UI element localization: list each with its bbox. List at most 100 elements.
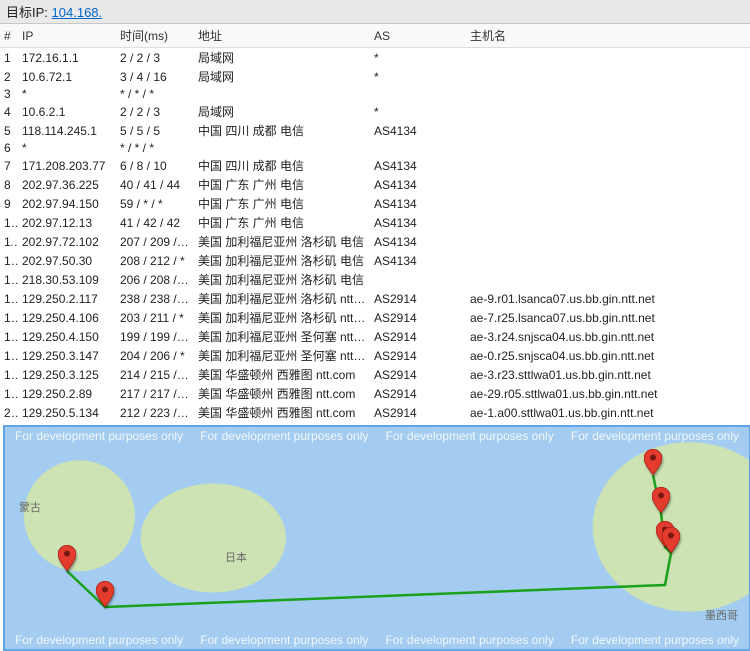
- cell-time: 3 / 4 / 16: [116, 67, 194, 86]
- cell-addr: 美国 加利福尼亚州 洛杉矶 电信: [194, 251, 370, 270]
- table-row[interactable]: 18129.250.3.125214 / 215 / 218美国 华盛顿州 西雅…: [0, 365, 750, 384]
- cell-addr: 局域网: [194, 48, 370, 68]
- cell-addr: 美国 华盛顿州 西雅图 ntt.com: [194, 403, 370, 422]
- cell-ip: 202.97.94.150: [18, 194, 116, 213]
- cell-host: [466, 102, 750, 121]
- map-pin-icon[interactable]: [58, 545, 76, 571]
- table-row[interactable]: 410.6.2.12 / 2 / 3局域网*: [0, 102, 750, 121]
- cell-time: 40 / 41 / 44: [116, 175, 194, 194]
- table-row[interactable]: 210.6.72.13 / 4 / 16局域网*: [0, 67, 750, 86]
- cell-time: 5 / 5 / 5: [116, 121, 194, 140]
- table-row[interactable]: 10202.97.12.1341 / 42 / 42中国 广东 广州 电信AS4…: [0, 213, 750, 232]
- cell-time: 217 / 217 / 218: [116, 384, 194, 403]
- table-row[interactable]: 8202.97.36.22540 / 41 / 44中国 广东 广州 电信AS4…: [0, 175, 750, 194]
- cell-idx: 1: [0, 48, 18, 68]
- col-header-time[interactable]: 时间(ms): [116, 24, 194, 48]
- table-row[interactable]: 6** / * / *: [0, 140, 750, 156]
- cell-addr: 美国 加利福尼亚州 洛杉矶 ntt.com: [194, 308, 370, 327]
- col-header-address[interactable]: 地址: [194, 24, 370, 48]
- cell-time: * / * / *: [116, 86, 194, 102]
- trace-table: # IP 时间(ms) 地址 AS 主机名 1172.16.1.12 / 2 /…: [0, 24, 750, 422]
- table-row[interactable]: 5118.114.245.15 / 5 / 5中国 四川 成都 电信AS4134: [0, 121, 750, 140]
- cell-as: *: [370, 48, 466, 68]
- cell-as: AS4134: [370, 156, 466, 175]
- cell-host: [466, 121, 750, 140]
- cell-idx: 5: [0, 121, 18, 140]
- cell-ip: 118.114.245.1: [18, 121, 116, 140]
- cell-time: 212 / 223 / 226: [116, 403, 194, 422]
- cell-idx: 10: [0, 213, 18, 232]
- cell-host: [466, 194, 750, 213]
- cell-addr: [194, 86, 370, 102]
- col-header-as[interactable]: AS: [370, 24, 466, 48]
- cell-as: *: [370, 102, 466, 121]
- cell-host: ae-9.r01.lsanca07.us.bb.gin.ntt.net: [466, 289, 750, 308]
- cell-ip: 129.250.3.125: [18, 365, 116, 384]
- table-row[interactable]: 3** / * / *: [0, 86, 750, 102]
- cell-addr: 中国 广东 广州 电信: [194, 194, 370, 213]
- cell-as: AS4134: [370, 175, 466, 194]
- cell-host: [466, 251, 750, 270]
- cell-time: * / * / *: [116, 140, 194, 156]
- map-pin-icon[interactable]: [652, 487, 670, 513]
- cell-ip: *: [18, 86, 116, 102]
- cell-idx: 20: [0, 403, 18, 422]
- table-row[interactable]: 15129.250.4.106203 / 211 / *美国 加利福尼亚州 洛杉…: [0, 308, 750, 327]
- cell-time: 207 / 209 / 212: [116, 232, 194, 251]
- cell-time: 6 / 8 / 10: [116, 156, 194, 175]
- cell-ip: 202.97.72.102: [18, 232, 116, 251]
- cell-as: [370, 86, 466, 102]
- cell-idx: 7: [0, 156, 18, 175]
- table-row[interactable]: 14129.250.2.117238 / 238 / 254美国 加利福尼亚州 …: [0, 289, 750, 308]
- cell-idx: 3: [0, 86, 18, 102]
- cell-ip: 202.97.50.30: [18, 251, 116, 270]
- cell-ip: 218.30.53.109: [18, 270, 116, 289]
- cell-idx: 6: [0, 140, 18, 156]
- cell-as: AS2914: [370, 308, 466, 327]
- cell-host: [466, 156, 750, 175]
- cell-as: AS2914: [370, 365, 466, 384]
- cell-as: AS2914: [370, 403, 466, 422]
- cell-idx: 9: [0, 194, 18, 213]
- cell-as: [370, 140, 466, 156]
- trace-map[interactable]: 蒙古 日本 墨西哥 For development purposes only …: [3, 425, 750, 651]
- cell-addr: 美国 加利福尼亚州 洛杉矶 电信: [194, 232, 370, 251]
- cell-idx: 8: [0, 175, 18, 194]
- cell-as: [370, 270, 466, 289]
- table-row[interactable]: 19129.250.2.89217 / 217 / 218美国 华盛顿州 西雅图…: [0, 384, 750, 403]
- cell-time: 214 / 215 / 218: [116, 365, 194, 384]
- cell-as: AS4134: [370, 194, 466, 213]
- table-row[interactable]: 17129.250.3.147204 / 206 / *美国 加利福尼亚州 圣何…: [0, 346, 750, 365]
- cell-as: AS2914: [370, 346, 466, 365]
- col-header-hostname[interactable]: 主机名: [466, 24, 750, 48]
- cell-addr: [194, 140, 370, 156]
- cell-host: [466, 213, 750, 232]
- cell-host: [466, 232, 750, 251]
- table-row[interactable]: 1172.16.1.12 / 2 / 3局域网*: [0, 48, 750, 68]
- cell-idx: 16: [0, 327, 18, 346]
- table-row[interactable]: 9202.97.94.15059 / * / *中国 广东 广州 电信AS413…: [0, 194, 750, 213]
- target-ip-value[interactable]: 104.168.: [52, 5, 103, 20]
- cell-idx: 13: [0, 270, 18, 289]
- table-row[interactable]: 12202.97.50.30208 / 212 / *美国 加利福尼亚州 洛杉矶…: [0, 251, 750, 270]
- target-ip-header: 目标IP: 104.168.: [0, 0, 750, 24]
- map-pin-icon[interactable]: [662, 527, 680, 553]
- cell-addr: 局域网: [194, 102, 370, 121]
- col-header-index[interactable]: #: [0, 24, 18, 48]
- map-pin-icon[interactable]: [644, 449, 662, 475]
- map-pin-icon[interactable]: [96, 581, 114, 607]
- cell-ip: 129.250.2.117: [18, 289, 116, 308]
- table-row[interactable]: 11202.97.72.102207 / 209 / 212美国 加利福尼亚州 …: [0, 232, 750, 251]
- cell-ip: 171.208.203.77: [18, 156, 116, 175]
- cell-idx: 11: [0, 232, 18, 251]
- cell-time: 41 / 42 / 42: [116, 213, 194, 232]
- cell-as: *: [370, 67, 466, 86]
- table-row[interactable]: 16129.250.4.150199 / 199 / 200美国 加利福尼亚州 …: [0, 327, 750, 346]
- target-ip-label: 目标IP:: [6, 5, 48, 20]
- table-row[interactable]: 7171.208.203.776 / 8 / 10中国 四川 成都 电信AS41…: [0, 156, 750, 175]
- table-row[interactable]: 20129.250.5.134212 / 223 / 226美国 华盛顿州 西雅…: [0, 403, 750, 422]
- table-row[interactable]: 13218.30.53.109206 / 208 / 208美国 加利福尼亚州 …: [0, 270, 750, 289]
- cell-host: [466, 175, 750, 194]
- col-header-ip[interactable]: IP: [18, 24, 116, 48]
- cell-addr: 美国 华盛顿州 西雅图 ntt.com: [194, 365, 370, 384]
